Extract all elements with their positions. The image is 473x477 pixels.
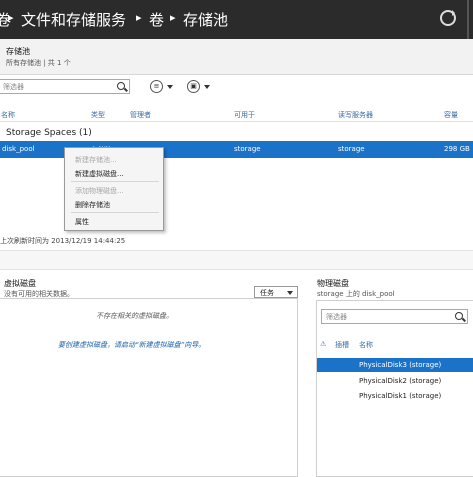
virtual-disk-list [0,298,298,477]
divider [467,0,469,39]
search-icon[interactable] [455,312,463,320]
list-item[interactable]: PhysicalDisk2 (storage) [317,374,473,388]
menu-item-new-virtual-disk[interactable]: 新建虚拟磁盘... [75,169,124,179]
list-view-icon[interactable]: ≡ [150,80,163,93]
breadcrumb: 卷 ▸ 文件和存储服务 ▸ 卷 ▸ 存储池 [0,0,473,39]
breadcrumb-separator: ▸ [170,11,176,24]
breadcrumb-separator: ▸ [136,11,142,24]
list-item[interactable]: PhysicalDisk3 (storage) [317,358,473,372]
breadcrumb-current: 存储池 [183,11,229,29]
cell-capacity: 298 GB [444,145,470,153]
chevron-down-icon[interactable] [167,85,173,89]
refresh-icon[interactable] [440,10,456,26]
search-input[interactable]: 筛选器 [0,79,130,94]
column-header-rw-server[interactable]: 读写服务器 [338,110,373,120]
tasks-button[interactable]: 任务 [254,286,298,298]
menu-item-properties[interactable]: 属性 [75,217,89,227]
page-subtitle: 所有存储池 | 共 1 个 [6,59,71,67]
disk-name: PhysicalDisk2 (storage) [359,377,442,385]
menu-separator [71,212,159,213]
column-header-type[interactable]: 类型 [91,110,105,120]
panel-divider [0,250,473,270]
breadcrumb-services[interactable]: 文件和存储服务 [21,9,126,30]
page-title: 存储池 [6,47,30,56]
menu-item-delete-pool[interactable]: 删除存储池 [75,200,110,210]
column-header-name[interactable]: 名称 [1,110,15,120]
wizard-hint-link[interactable]: 要创建虚拟磁盘，请启动“新建虚拟磁盘”向导。 [58,340,205,350]
column-header-available-to[interactable]: 可用于 [234,110,255,120]
column-header-slot[interactable]: 插槽 [335,340,349,350]
tasks-label: 任务 [260,289,274,297]
breadcrumb-volumes[interactable]: 卷 [149,9,164,30]
search-placeholder: 筛选器 [326,313,347,321]
column-header-capacity[interactable]: 容量 [444,110,458,120]
warning-icon: ⚠ [320,340,327,348]
cell-available-to: storage [234,145,261,153]
group-header[interactable]: Storage Spaces (1) [6,128,92,138]
status-text: 上次刷新时间为 2013/12/19 14:44:25 [0,237,126,245]
menu-item-add-physical-disk[interactable]: 添加物理磁盘... [75,186,124,196]
menu-item-new-pool[interactable]: 新建存储池... [75,155,117,165]
physical-disk-subtitle: storage 上的 disk_pool [317,290,395,298]
chevron-down-icon [287,291,293,295]
column-header-manager[interactable]: 管理者 [130,110,151,120]
physical-disk-title: 物理磁盘 [317,279,349,288]
breadcrumb-separator: ▸ [8,11,14,24]
header-divider [0,121,473,122]
chevron-down-icon[interactable] [204,85,210,89]
list-item[interactable]: PhysicalDisk1 (storage) [317,389,473,403]
pool-header: 存储池 所有存储池 | 共 1 个 [0,39,473,75]
disk-name: PhysicalDisk1 (storage) [359,392,442,400]
virtual-disk-title: 虚拟磁盘 [4,279,36,288]
search-placeholder: 筛选器 [3,83,24,91]
menu-separator [71,181,159,182]
cell-name: disk_pool [2,145,35,153]
cell-rw-server: storage [338,145,365,153]
physical-disk-search-input[interactable]: 筛选器 [321,309,468,324]
empty-message: 不存在相关的虚拟磁盘。 [96,312,173,320]
search-icon[interactable] [117,82,125,90]
disk-name: PhysicalDisk3 (storage) [359,361,442,369]
column-header-disk-name[interactable]: 名称 [359,340,373,350]
context-menu: 新建存储池... 新建虚拟磁盘... 添加物理磁盘... 删除存储池 属性 [64,147,164,231]
save-query-icon[interactable]: ▣ [187,80,200,93]
